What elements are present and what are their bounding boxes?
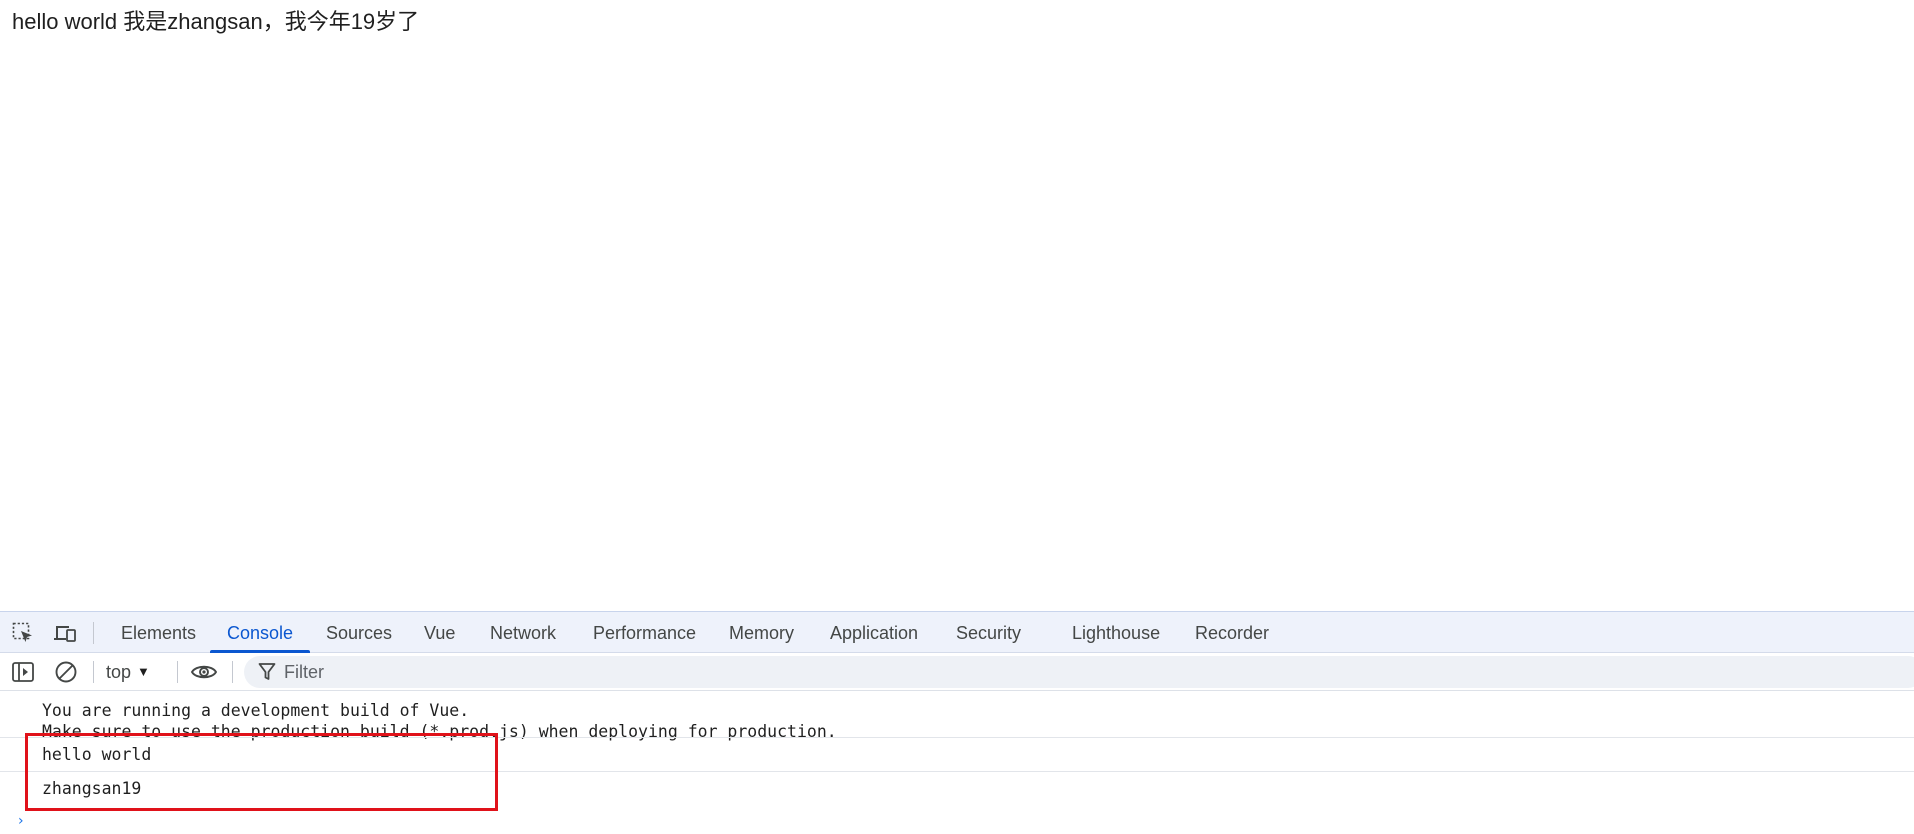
context-selector[interactable]: top ▼ <box>106 659 150 685</box>
devtools-tabbar: Elements Console Sources Vue Network Per… <box>0 611 1914 653</box>
tab-network[interactable]: Network <box>490 612 556 653</box>
tab-application[interactable]: Application <box>830 612 918 653</box>
device-toolbar-icon[interactable] <box>53 621 77 645</box>
console-output: You are running a development build of V… <box>0 691 1914 834</box>
eye-icon[interactable] <box>190 660 218 684</box>
page-content-text: hello world 我是zhangsan，我今年19岁了 <box>12 9 420 34</box>
tab-elements[interactable]: Elements <box>121 612 196 653</box>
tab-console[interactable]: Console <box>227 612 293 653</box>
tab-performance[interactable]: Performance <box>593 612 696 653</box>
highlight-annotation-box <box>25 733 498 811</box>
vue-warning-line-1: You are running a development build of V… <box>42 701 470 720</box>
tab-memory[interactable]: Memory <box>729 612 794 653</box>
show-sidebar-icon[interactable] <box>11 660 35 684</box>
filter-placeholder: Filter <box>284 662 324 682</box>
toolbar-separator <box>93 622 94 644</box>
console-toolbar: top ▼ Filter <box>0 653 1914 691</box>
triangle-down-icon: ▼ <box>137 664 150 679</box>
tab-lighthouse[interactable]: Lighthouse <box>1072 612 1160 653</box>
tab-security[interactable]: Security <box>956 612 1021 653</box>
inspect-element-icon[interactable] <box>11 621 35 645</box>
toolbar-separator <box>93 661 94 683</box>
tab-recorder[interactable]: Recorder <box>1195 612 1269 653</box>
filter-input[interactable]: Filter <box>244 656 1914 688</box>
toolbar-separator <box>232 661 233 683</box>
clear-console-icon[interactable] <box>54 660 78 684</box>
devtools-panel: Elements Console Sources Vue Network Per… <box>0 611 1914 834</box>
filter-icon <box>258 662 276 682</box>
toolbar-separator <box>177 661 178 683</box>
context-label: top <box>106 662 132 682</box>
tab-sources[interactable]: Sources <box>326 612 392 653</box>
tab-vue[interactable]: Vue <box>424 612 455 653</box>
console-prompt-icon[interactable]: › <box>18 813 24 829</box>
